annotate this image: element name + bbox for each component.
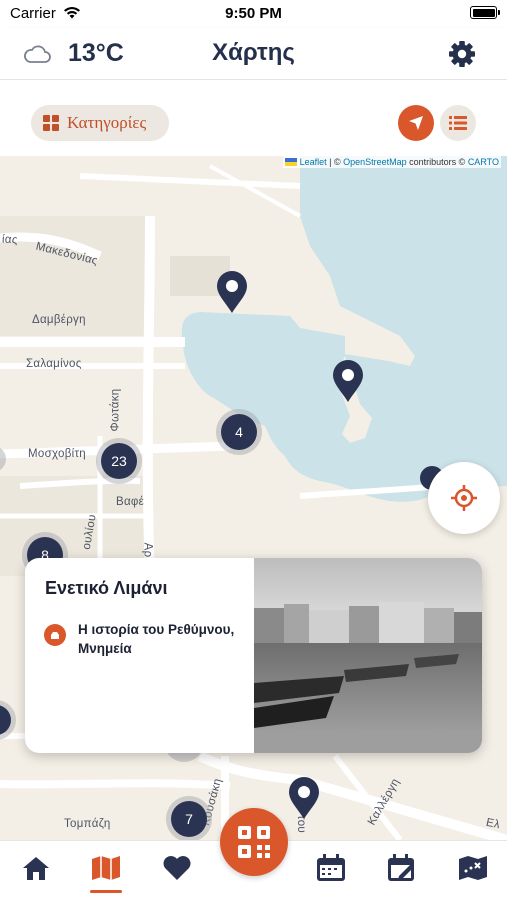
marker-cluster[interactable]: 4: [216, 409, 262, 455]
nav-map[interactable]: [89, 851, 123, 885]
monument-icon: [44, 624, 66, 646]
marker-cluster[interactable]: 7: [166, 796, 212, 840]
home-icon: [23, 857, 49, 880]
place-photo: [254, 558, 482, 753]
map-view[interactable]: Leaflet | © OpenStreetMap contributors ©…: [0, 156, 507, 840]
app-header: 13°C Χάρτης: [0, 28, 507, 80]
navigation-arrow-icon: [409, 116, 423, 130]
map-marked-icon: [459, 856, 487, 880]
street-label: Τομπάζη: [64, 818, 111, 830]
marker-cluster[interactable]: 23: [96, 438, 142, 484]
grid-icon: [43, 115, 59, 131]
list-view-button[interactable]: [440, 105, 476, 141]
categories-button[interactable]: Κατηγορίες: [31, 105, 169, 141]
map-icon: [92, 856, 120, 880]
calendar-icon: [317, 854, 345, 881]
place-title: Ενετικό Λιμάνι: [45, 578, 168, 598]
cluster-count: 7: [171, 801, 207, 837]
cluster-count: 23: [101, 443, 137, 479]
cluster-count: 4: [221, 414, 257, 450]
carto-link[interactable]: CARTO: [468, 157, 499, 167]
nav-routes[interactable]: [456, 851, 490, 885]
locate-me-button[interactable]: [428, 462, 500, 534]
calendar-edit-icon: [388, 854, 414, 881]
clock: 9:50 PM: [225, 5, 282, 22]
qr-scan-button[interactable]: [220, 808, 288, 876]
street-label: Μοσχοβίτη: [28, 448, 87, 460]
qr-code-icon: [238, 826, 270, 858]
map-marker-icon[interactable]: [287, 776, 321, 820]
nav-home[interactable]: [19, 851, 53, 885]
page-title: Χάρτης: [212, 39, 295, 66]
attribution-separator: | ©: [326, 157, 344, 167]
heart-icon: [163, 856, 191, 880]
map-attribution: Leaflet | © OpenStreetMap contributors ©…: [283, 156, 501, 168]
nav-favorites[interactable]: [160, 851, 194, 885]
nav-planner[interactable]: [385, 851, 419, 885]
osm-link[interactable]: OpenStreetMap: [343, 157, 407, 167]
place-categories: Η ιστορία του Ρεθύμνου, Μνημεία: [78, 622, 235, 656]
map-controls: Κατηγορίες: [0, 80, 507, 156]
street-label: Βαφέ: [116, 496, 145, 508]
cluster-dot: [0, 705, 11, 735]
street-label: Φωτάκη: [109, 388, 122, 432]
crosshair-icon: [451, 485, 477, 511]
map-marker-icon[interactable]: [215, 270, 249, 314]
list-icon: [449, 116, 467, 130]
street-label: Σαλαμίνος: [26, 358, 82, 370]
street-label: Ελ: [484, 816, 502, 832]
leaflet-flag-icon: [285, 158, 298, 166]
map-marker-icon[interactable]: [331, 359, 365, 403]
active-tab-indicator: [90, 890, 122, 893]
street-label: Αρ: [141, 542, 154, 558]
nav-events[interactable]: [314, 851, 348, 885]
status-bar: Carrier 9:50 PM: [0, 0, 507, 28]
categories-label: Κατηγορίες: [67, 113, 147, 132]
street-label: Δαμβέργη: [32, 314, 86, 326]
location-mode-button[interactable]: [398, 105, 434, 141]
street-label: ίας: [1, 233, 19, 247]
battery-icon: [470, 6, 500, 19]
attribution-contributors: contributors ©: [406, 157, 468, 167]
place-card[interactable]: Ενετικό Λιμάνι Η ιστορία του Ρεθύμνου, Μ…: [25, 558, 482, 753]
gear-icon[interactable]: [447, 39, 477, 69]
leaflet-link[interactable]: Leaflet: [300, 157, 327, 167]
